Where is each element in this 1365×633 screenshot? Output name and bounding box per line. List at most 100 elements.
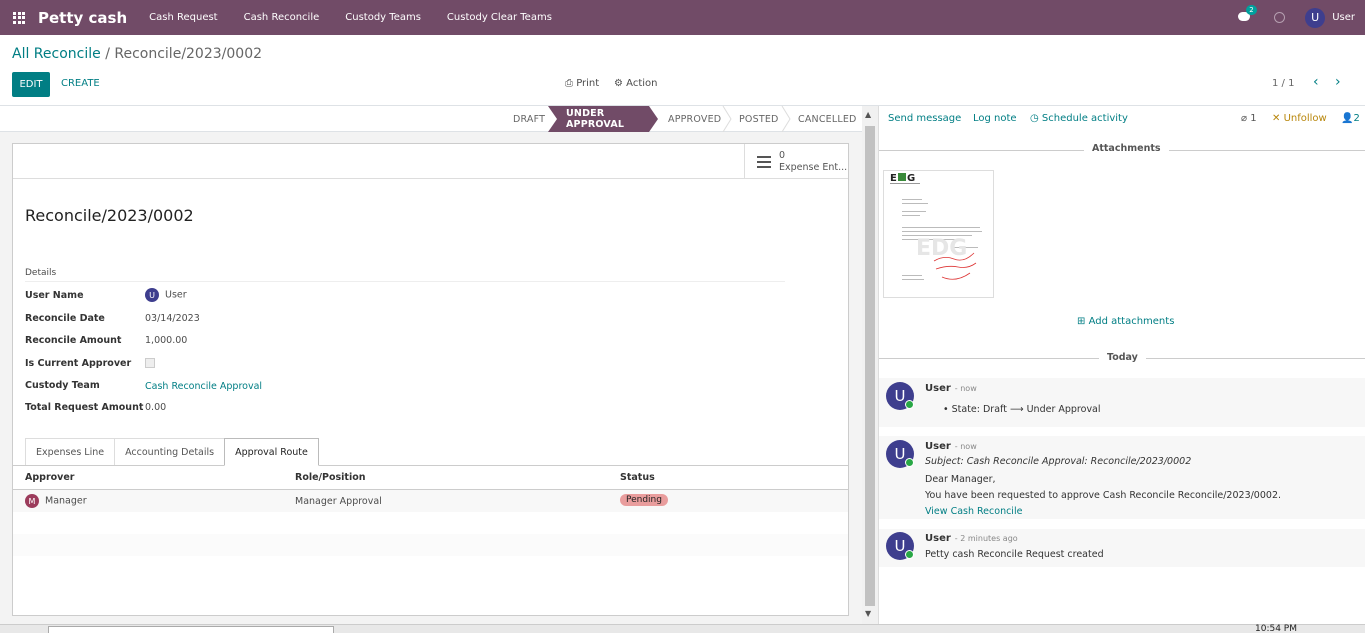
table-row-empty [13, 512, 848, 534]
unfollow-label: Unfollow [1283, 113, 1327, 124]
schedule-activity-button[interactable]: ◷ Schedule activity [1030, 113, 1128, 124]
print-button[interactable]: ⎙ Print [565, 78, 599, 89]
paperclip-icon: ⌀ [1241, 113, 1251, 124]
chatter-message: U User - now Subject: Cash Reconcile Appr… [879, 436, 1365, 519]
table-row-empty [13, 534, 848, 556]
author-name[interactable]: User [925, 441, 951, 452]
breadcrumb-parent[interactable]: All Reconcile [12, 46, 101, 62]
stage-separator-icon [722, 106, 732, 132]
user-avatar[interactable]: U [1305, 7, 1326, 28]
edit-button[interactable]: EDIT [12, 72, 50, 97]
message-time: - now [954, 384, 977, 393]
reconcile-amount-label: Reconcile Amount [25, 335, 122, 346]
tab-approval-route[interactable]: Approval Route [224, 438, 319, 466]
nav-cash-reconcile[interactable]: Cash Reconcile [244, 12, 320, 23]
messaging-icon[interactable]: 2 [1238, 5, 1257, 23]
chatter-message: U User - 2 minutes ago Petty cash Reconci… [879, 529, 1365, 567]
activity-clock-icon[interactable] [1274, 12, 1286, 23]
custody-team-link[interactable]: Cash Reconcile Approval [145, 381, 262, 392]
chatter-panel: Send message Log note ◷ Schedule activit… [878, 106, 1365, 624]
pager-next-icon[interactable]: › [1335, 74, 1341, 90]
user-name-field[interactable]: U User [145, 288, 187, 302]
expense-entries-smart-button[interactable]: 0 Expense Ent... [744, 144, 848, 179]
print-label: Print [576, 78, 600, 89]
add-attachments-button[interactable]: ⊞ Add attachments [1077, 316, 1174, 327]
nav-custody-teams[interactable]: Custody Teams [345, 12, 421, 23]
view-cash-reconcile-link[interactable]: View Cash Reconcile [925, 506, 1022, 517]
stage-approved[interactable]: APPROVED [668, 106, 721, 132]
breadcrumb-current: Reconcile/2023/0002 [114, 46, 263, 62]
breadcrumb-separator: / [105, 46, 110, 62]
tab-expenses-line[interactable]: Expenses Line [25, 438, 116, 466]
user-name-label: User Name [25, 290, 84, 301]
list-icon [757, 153, 771, 171]
user-avatar-small: U [145, 288, 159, 302]
expense-entries-count: 0 [779, 149, 786, 161]
app-brand[interactable]: Petty cash [38, 9, 127, 27]
create-button[interactable]: CREATE [61, 78, 100, 89]
author-name[interactable]: User [925, 383, 951, 394]
reconcile-date-label: Reconcile Date [25, 313, 105, 324]
approver-name: Manager [45, 495, 87, 507]
stage-posted[interactable]: POSTED [739, 106, 779, 132]
online-status-icon [905, 458, 914, 467]
attachment-count: 1 [1250, 113, 1257, 124]
stage-draft[interactable]: DRAFT [513, 106, 545, 132]
attachment-count-button[interactable]: ⌀ 1 [1241, 113, 1257, 124]
stage-under-approval[interactable]: UNDER APPROVAL [548, 106, 658, 132]
scroll-down-icon[interactable]: ▼ [865, 609, 871, 618]
stage-separator-icon [781, 106, 791, 132]
total-request-amount-label: Total Request Amount [25, 402, 144, 413]
table-row[interactable]: M Manager Manager Approval Pending [13, 490, 848, 512]
details-divider [25, 281, 785, 282]
tracking-value: State: Draft ⟶ Under Approval [951, 404, 1101, 415]
user-menu[interactable]: User [1332, 12, 1355, 23]
approver-cell: M Manager [25, 494, 87, 508]
document-preview-image: E G EDG [890, 173, 982, 280]
scroll-up-icon[interactable]: ▲ [865, 110, 871, 119]
svg-text:G: G [907, 173, 915, 184]
user-name-value: User [165, 289, 187, 301]
followers-count: 2 [1353, 113, 1360, 124]
svg-text:E: E [890, 173, 897, 184]
log-note-button[interactable]: Log note [973, 113, 1017, 124]
is-current-approver-checkbox[interactable] [145, 358, 155, 368]
custody-team-label: Custody Team [25, 380, 100, 391]
online-status-icon [905, 400, 914, 409]
notebook-tabs: Expenses Line Accounting Details Approva… [25, 438, 319, 466]
plus-icon: ⊞ [1077, 316, 1089, 327]
message-body-line: Dear Manager, [925, 474, 996, 485]
svg-text:EDG: EDG [916, 236, 967, 261]
total-request-amount-value: 0.00 [145, 402, 167, 413]
action-button[interactable]: ⚙ Action [614, 78, 657, 89]
top-navbar: Petty cash Cash Request Cash Reconcile C… [0, 0, 1365, 35]
nav-custody-clear-teams[interactable]: Custody Clear Teams [447, 12, 552, 23]
message-author: User - now [925, 383, 977, 394]
form-scrollbar[interactable]: ▲ ▼ [862, 106, 878, 624]
os-taskbar: 10:54 PM [0, 624, 1365, 633]
nav-cash-request[interactable]: Cash Request [149, 12, 217, 23]
attachment-thumbnail[interactable]: E G EDG [883, 170, 994, 298]
print-icon: ⎙ [565, 78, 577, 89]
message-count-badge: 2 [1246, 5, 1257, 15]
expense-entries-label: Expense Ent... [779, 161, 848, 173]
taskbar-search-box[interactable] [48, 626, 334, 633]
role-cell: Manager Approval [295, 496, 382, 507]
column-approver[interactable]: Approver [25, 472, 75, 483]
reconcile-amount-value: 1,000.00 [145, 335, 188, 346]
stage-cancelled[interactable]: CANCELLED [798, 106, 857, 132]
gear-icon: ⚙ [614, 78, 627, 89]
author-name[interactable]: User [925, 533, 951, 544]
column-status[interactable]: Status [620, 472, 655, 483]
send-message-button[interactable]: Send message [888, 113, 961, 124]
details-group-title: Details [25, 268, 57, 278]
scroll-thumb[interactable] [865, 126, 875, 606]
unfollow-button[interactable]: ✕ Unfollow [1272, 113, 1327, 124]
pager-previous-icon[interactable]: ‹ [1313, 74, 1319, 90]
button-box: 0 Expense Ent... [13, 144, 848, 179]
tab-accounting-details[interactable]: Accounting Details [114, 438, 226, 466]
apps-menu-icon[interactable] [0, 0, 38, 35]
column-role-position[interactable]: Role/Position [295, 472, 366, 483]
action-label: Action [626, 78, 658, 89]
followers-button[interactable]: 👤2 [1341, 113, 1360, 124]
